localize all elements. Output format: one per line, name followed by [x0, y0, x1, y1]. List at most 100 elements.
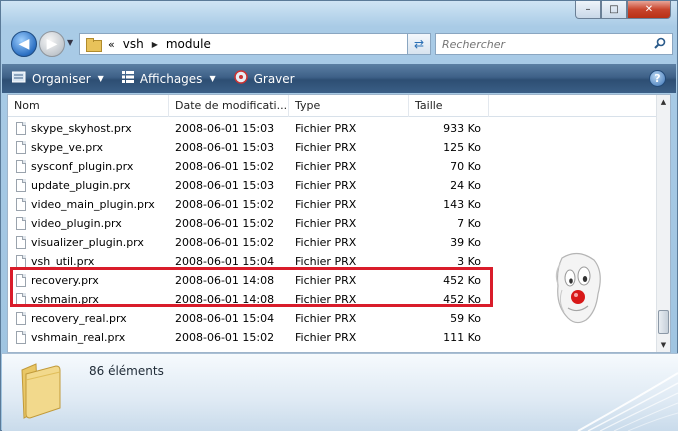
file-type: Fichier PRX [295, 293, 357, 306]
file-icon [16, 179, 26, 192]
file-row[interactable]: skype_ve.prx 2008-06-01 15:03 Fichier PR… [8, 138, 658, 157]
scroll-up-icon[interactable]: ▲ [657, 95, 670, 109]
file-name: vshmain.prx [31, 293, 99, 306]
file-type: Fichier PRX [295, 141, 357, 154]
navigation-bar: ◀ ▶ ▼ « vsh ▶ module ▼ ⇄ [7, 29, 673, 59]
file-name: video_main_plugin.prx [31, 198, 155, 211]
file-icon [16, 160, 26, 173]
scroll-thumb[interactable] [658, 310, 669, 334]
file-size: 933 Ko [443, 122, 481, 135]
breadcrumb-vsh[interactable]: vsh [123, 37, 144, 51]
file-name: skype_skyhost.prx [31, 122, 132, 135]
file-type: Fichier PRX [295, 160, 357, 173]
file-row[interactable]: update_plugin.prx 2008-06-01 15:03 Fichi… [8, 176, 658, 195]
file-type: Fichier PRX [295, 274, 357, 287]
breadcrumb-module[interactable]: module [166, 37, 211, 51]
search-input[interactable] [442, 37, 642, 51]
file-size: 7 Ko [457, 217, 481, 230]
scroll-down-icon[interactable]: ▼ [657, 338, 670, 352]
file-name: sysconf_plugin.prx [31, 160, 134, 173]
file-icon [16, 255, 26, 268]
column-header-date[interactable]: Date de modificati... [169, 94, 289, 117]
address-bar[interactable]: « vsh ▶ module ▼ [79, 33, 431, 55]
window-controls: – □ ✕ [575, 1, 671, 19]
file-name: skype_ve.prx [31, 141, 103, 154]
file-name: vsh_util.prx [31, 255, 95, 268]
file-date: 2008-06-01 15:03 [175, 122, 275, 135]
file-date: 2008-06-01 15:04 [175, 312, 275, 325]
command-toolbar: Organiser ▼ Affichages ▼ Graver ? [2, 64, 676, 93]
file-row[interactable]: vshmain_real.prx 2008-06-01 15:02 Fichie… [8, 328, 658, 347]
file-row[interactable]: video_main_plugin.prx 2008-06-01 15:02 F… [8, 195, 658, 214]
back-button[interactable]: ◀ [11, 31, 37, 57]
file-name: vshmain_real.prx [31, 331, 126, 344]
details-pane: 86 éléments [2, 353, 678, 431]
refresh-button[interactable]: ⇄ [407, 33, 431, 55]
column-header-type[interactable]: Type [289, 94, 409, 117]
vertical-scrollbar[interactable]: ▲ ▼ [656, 95, 670, 352]
file-size: 143 Ko [443, 198, 481, 211]
chevron-down-icon: ▼ [97, 74, 104, 83]
file-date: 2008-06-01 15:02 [175, 217, 275, 230]
file-type: Fichier PRX [295, 122, 357, 135]
chevron-down-icon: ▼ [209, 74, 216, 83]
file-size: 452 Ko [443, 274, 481, 287]
organize-icon [11, 71, 26, 86]
organize-label: Organiser [32, 71, 91, 86]
folder-icon [16, 360, 68, 422]
file-icon [16, 236, 26, 249]
burn-label: Graver [253, 71, 295, 86]
maximize-button[interactable]: □ [601, 1, 627, 19]
file-icon [16, 122, 26, 135]
file-icon [16, 312, 26, 325]
file-date: 2008-06-01 15:03 [175, 141, 275, 154]
column-headers: Nom Date de modificati... Type Taille [8, 94, 658, 117]
file-date: 2008-06-01 15:03 [175, 179, 275, 192]
decorative-swoosh [568, 353, 678, 431]
file-name: recovery.prx [31, 274, 99, 287]
file-size: 452 Ko [443, 293, 481, 306]
file-row[interactable]: sysconf_plugin.prx 2008-06-01 15:02 Fich… [8, 157, 658, 176]
breadcrumb-overflow[interactable]: « [108, 38, 115, 51]
file-type: Fichier PRX [295, 217, 357, 230]
file-name: visualizer_plugin.prx [31, 236, 144, 249]
file-size: 125 Ko [443, 141, 481, 154]
file-date: 2008-06-01 14:08 [175, 274, 275, 287]
search-icon[interactable] [654, 37, 666, 52]
file-icon [16, 217, 26, 230]
file-date: 2008-06-01 15:02 [175, 236, 275, 249]
file-size: 59 Ko [450, 312, 481, 325]
file-size: 3 Ko [457, 255, 481, 268]
breadcrumb-chevron-icon[interactable]: ▶ [152, 40, 158, 49]
folder-icon [86, 38, 102, 52]
minimize-button[interactable]: – [575, 1, 601, 19]
file-row[interactable]: video_plugin.prx 2008-06-01 15:02 Fichie… [8, 214, 658, 233]
file-type: Fichier PRX [295, 236, 357, 249]
file-type: Fichier PRX [295, 331, 357, 344]
file-type: Fichier PRX [295, 179, 357, 192]
help-button[interactable]: ? [649, 70, 666, 87]
column-header-size[interactable]: Taille [409, 94, 489, 117]
explorer-window: – □ ✕ ◀ ▶ ▼ « vsh ▶ module ▼ ⇄ Or [0, 0, 678, 431]
views-icon [121, 71, 134, 86]
close-button[interactable]: ✕ [627, 1, 671, 19]
organize-button[interactable]: Organiser ▼ [11, 71, 104, 86]
file-icon [16, 274, 26, 287]
column-header-name[interactable]: Nom [8, 94, 169, 117]
file-date: 2008-06-01 14:08 [175, 293, 275, 306]
file-date: 2008-06-01 15:02 [175, 331, 275, 344]
file-date: 2008-06-01 15:04 [175, 255, 275, 268]
item-count: 86 éléments [89, 364, 164, 378]
file-list-view: Nom Date de modificati... Type Taille sk… [7, 94, 671, 353]
file-size: 24 Ko [450, 179, 481, 192]
file-row[interactable]: skype_skyhost.prx 2008-06-01 15:03 Fichi… [8, 119, 658, 138]
file-icon [16, 141, 26, 154]
file-name: update_plugin.prx [31, 179, 131, 192]
recent-pages-dropdown-icon[interactable]: ▼ [67, 38, 73, 47]
file-size: 39 Ko [450, 236, 481, 249]
file-size: 111 Ko [443, 331, 481, 344]
forward-button[interactable]: ▶ [39, 31, 65, 57]
views-button[interactable]: Affichages ▼ [121, 71, 216, 86]
file-name: recovery_real.prx [31, 312, 127, 325]
burn-button[interactable]: Graver [233, 70, 295, 87]
